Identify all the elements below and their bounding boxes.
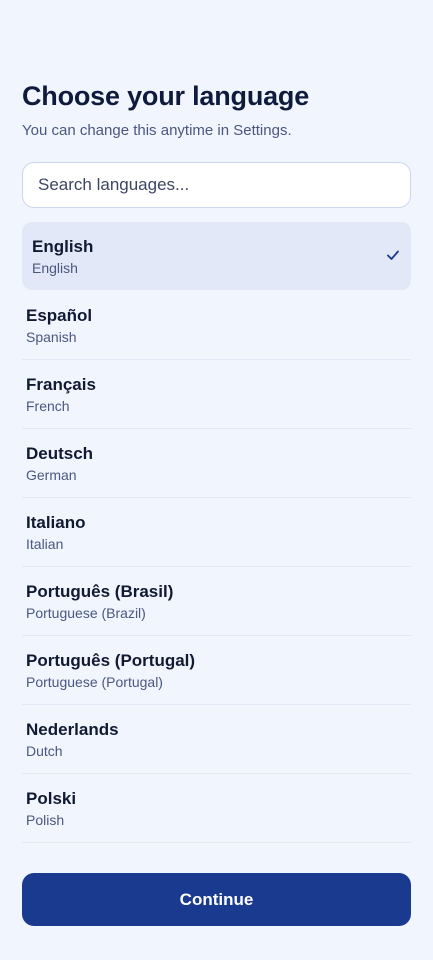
language-english-name: English [32,260,78,276]
language-option-portuguese-portugal[interactable]: Português (Portugal) Portuguese (Portuga… [22,636,411,705]
page-title: Choose your language [22,81,310,111]
language-option-french[interactable]: Français French [22,360,411,429]
language-list: English English Español Spanish Français… [22,222,411,843]
language-native-name: Español [26,306,93,325]
language-native-name: Nederlands [26,720,119,739]
language-english-name: Portuguese (Portugal) [26,674,163,690]
language-english-name: Spanish [26,329,77,345]
language-option-spanish[interactable]: Español Spanish [22,291,411,360]
language-native-name: Deutsch [26,444,94,463]
continue-button[interactable]: Continue [22,873,411,926]
search-input[interactable] [22,162,411,208]
language-english-name: Portuguese (Brazil) [26,605,146,621]
language-option-dutch[interactable]: Nederlands Dutch [22,705,411,774]
language-native-name: Français [26,375,96,394]
language-option-german[interactable]: Deutsch German [22,429,411,498]
language-english-name: German [26,467,77,483]
language-option-portuguese-brazil[interactable]: Português (Brasil) Portuguese (Brazil) [22,567,411,636]
language-native-name: English [32,237,94,256]
language-native-name: Italiano [26,513,86,532]
language-english-name: Italian [26,536,64,552]
language-english-name: Dutch [26,743,63,759]
page-subtitle: You can change this anytime in Settings. [22,122,292,139]
language-english-name: French [26,398,70,414]
language-native-name: Português (Brasil) [26,582,174,601]
language-option-english[interactable]: English English [22,222,411,290]
checkmark-icon [387,250,399,260]
language-selection-screen: Choose your language You can change this… [0,0,433,960]
language-option-polish[interactable]: Polski Polish [22,774,411,843]
language-native-name: Polski [26,789,77,808]
language-option-italian[interactable]: Italiano Italian [22,498,411,567]
language-native-name: Português (Portugal) [26,651,196,670]
language-english-name: Polish [26,812,65,828]
